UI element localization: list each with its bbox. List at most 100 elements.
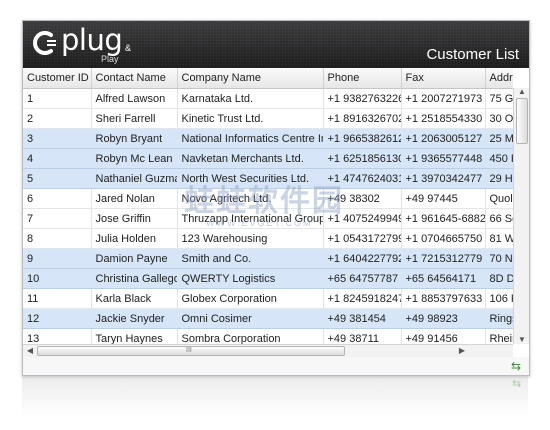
cell-address: 29 Ha xyxy=(485,168,513,189)
column-header-company-name[interactable]: Company Name xyxy=(177,68,324,89)
scroll-right-arrow-icon[interactable]: ▶ xyxy=(457,346,467,356)
cell-phone: +1 8245918247 xyxy=(323,288,402,309)
column-header-phone[interactable]: Phone xyxy=(323,68,402,89)
cell-customer-id: 7 xyxy=(23,208,92,229)
cell-customer-id: 12 xyxy=(23,308,92,329)
vertical-scrollbar[interactable]: ▲ ▼ xyxy=(513,88,529,344)
cell-customer-id: 8 xyxy=(23,228,92,249)
cell-customer-id: 10 xyxy=(23,268,92,289)
column-header-customer-id[interactable]: Customer ID xyxy=(23,68,92,89)
table-row[interactable]: 1 Alfred Lawson Karnataka Ltd. +1 938276322… xyxy=(23,88,513,109)
refresh-icon[interactable]: ⇆ xyxy=(509,359,523,373)
cell-customer-id: 4 xyxy=(23,148,92,169)
cell-contact-name: Karla Black xyxy=(91,288,178,309)
cell-company-name: National Informatics Centre Inc. xyxy=(177,128,324,149)
page-title: Customer List xyxy=(426,46,519,63)
cell-customer-id: 11 xyxy=(23,288,92,309)
cell-contact-name: Jared Nolan xyxy=(91,188,178,209)
cell-customer-id: 1 xyxy=(23,88,92,109)
cell-phone: +49 381454 xyxy=(323,308,402,329)
vertical-scroll-thumb[interactable] xyxy=(516,98,528,144)
cell-address: 8D De xyxy=(485,268,513,289)
table-row[interactable]: 12 Jackie Snyder Omni Cosimer +49 381454 +49… xyxy=(23,308,513,329)
cell-customer-id: 5 xyxy=(23,168,92,189)
cell-fax: +1 2063005127 xyxy=(401,128,486,149)
cell-fax: +1 2007271973 xyxy=(401,88,486,109)
cell-phone: +1 9382763226 xyxy=(323,88,402,109)
table-row[interactable]: 2 Sheri Farrell Kinetic Trust Ltd. +1 89163… xyxy=(23,108,513,129)
cell-contact-name: Taryn Haynes xyxy=(91,328,178,344)
cell-phone: +1 0543172799 xyxy=(323,228,402,249)
cell-fax: +1 961645-6882 xyxy=(401,208,486,229)
cell-company-name: Globex Corporation xyxy=(177,288,324,309)
column-header-contact-name[interactable]: Contact Name xyxy=(91,68,178,89)
cell-company-name: Smith and Co. xyxy=(177,248,324,269)
cell-contact-name: Julia Holden xyxy=(91,228,178,249)
cell-fax: +49 98923 xyxy=(401,308,486,329)
cell-address: Rheine xyxy=(485,328,513,344)
table-row[interactable]: 4 Robyn Mc Lean Navketan Merchants Ltd. +1 … xyxy=(23,148,513,169)
plug-icon xyxy=(33,31,56,55)
cell-contact-name: Sheri Farrell xyxy=(91,108,178,129)
cell-phone: +1 6404227792 xyxy=(323,248,402,269)
cell-contact-name: Jose Griffin xyxy=(91,208,178,229)
cell-contact-name: Damion Payne xyxy=(91,248,178,269)
cell-contact-name: Alfred Lawson xyxy=(91,88,178,109)
cell-contact-name: Robyn Bryant xyxy=(91,128,178,149)
cell-contact-name: Nathaniel Guzman xyxy=(91,168,178,189)
cell-address: Quolti xyxy=(485,188,513,209)
cell-fax: +1 0704665750 xyxy=(401,228,486,249)
cell-company-name: Sombra Corporation xyxy=(177,328,324,344)
table-row[interactable]: 8 Julia Holden 123 Warehousing +1 054317279… xyxy=(23,228,513,249)
horizontal-scroll-thumb[interactable]: III xyxy=(37,346,345,356)
scroll-down-arrow-icon[interactable]: ▼ xyxy=(517,336,527,344)
cell-customer-id: 2 xyxy=(23,108,92,129)
cell-company-name: Navketan Merchants Ltd. xyxy=(177,148,324,169)
cell-company-name: QWERTY Logistics xyxy=(177,268,324,289)
cell-address: 450 R xyxy=(485,148,513,169)
reflected-refresh-icon: ⇆ xyxy=(512,378,522,390)
watermark-url: WWW.EVGET.COM xyxy=(206,218,313,228)
column-header-address[interactable]: Addre xyxy=(485,68,513,89)
horizontal-scrollbar[interactable]: ◀ III ▶ xyxy=(23,344,513,357)
table-row[interactable]: 3 Robyn Bryant National Informatics Centre… xyxy=(23,128,513,149)
cell-customer-id: 6 xyxy=(23,188,92,209)
cell-fax: +1 8853797633 xyxy=(401,288,486,309)
cell-fax: +1 3970342477 xyxy=(401,168,486,189)
cell-address: Ringst xyxy=(485,308,513,329)
column-header-fax[interactable]: Fax xyxy=(401,68,486,89)
cell-fax: +49 97445 xyxy=(401,188,486,209)
cell-address: 66 Sou xyxy=(485,208,513,229)
cell-fax: +1 7215312779 xyxy=(401,248,486,269)
cell-company-name: Omni Cosimer xyxy=(177,308,324,329)
scroll-left-arrow-icon[interactable]: ◀ xyxy=(25,346,35,356)
logo-ampersand: & xyxy=(125,43,132,53)
cell-address: 70 Ne xyxy=(485,248,513,269)
cell-address: 75 Gre xyxy=(485,88,513,109)
cell-fax: +1 2518554330 xyxy=(401,108,486,129)
cell-phone: +49 38711 xyxy=(323,328,402,344)
scroll-grip-icon: III xyxy=(186,347,192,354)
cell-address: 25 Mil xyxy=(485,128,513,149)
grid-footer xyxy=(23,357,529,375)
cell-customer-id: 13 xyxy=(23,328,92,344)
cell-phone: +65 64757787 xyxy=(323,268,402,289)
plug-and-play-logo: plug & Play xyxy=(31,23,161,64)
table-row[interactable]: 10 Christina Gallegos QWERTY Logistics +65 … xyxy=(23,268,513,289)
cell-fax: +49 91456 xyxy=(401,328,486,344)
scroll-up-arrow-icon[interactable]: ▲ xyxy=(517,88,527,96)
cell-contact-name: Christina Gallegos xyxy=(91,268,178,289)
table-row[interactable]: 11 Karla Black Globex Corporation +1 824591… xyxy=(23,288,513,309)
watermark-text: 蛙蛙软件园 xyxy=(184,184,344,219)
cell-company-name: Kinetic Trust Ltd. xyxy=(177,108,324,129)
cell-fax: +1 9365577448 xyxy=(401,148,486,169)
table-header-row: Customer ID Contact Name Company Name Ph… xyxy=(23,68,513,89)
logo-subtext: Play xyxy=(101,54,119,64)
cell-address: 30 Old xyxy=(485,108,513,129)
cell-contact-name: Jackie Snyder xyxy=(91,308,178,329)
cell-contact-name: Robyn Mc Lean xyxy=(91,148,178,169)
table-row[interactable]: 9 Damion Payne Smith and Co. +1 6404227792 +… xyxy=(23,248,513,269)
cell-customer-id: 3 xyxy=(23,128,92,149)
table-row[interactable]: 13 Taryn Haynes Sombra Corporation +49 3871… xyxy=(23,328,513,344)
logo-text: plug xyxy=(61,23,123,57)
